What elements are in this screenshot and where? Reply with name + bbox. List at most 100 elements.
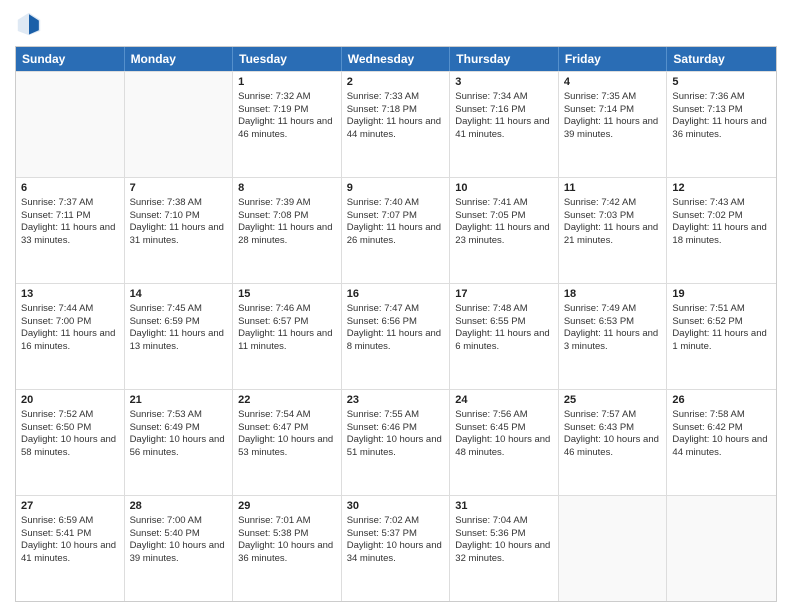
daylight-text: Daylight: 11 hours and 23 minutes.	[455, 222, 553, 248]
sunset-text: Sunset: 6:55 PM	[455, 316, 553, 329]
daylight-text: Daylight: 11 hours and 8 minutes.	[347, 328, 445, 354]
day-number: 10	[455, 181, 553, 196]
header-day-sunday: Sunday	[16, 47, 125, 71]
sunrise-text: Sunrise: 7:46 AM	[238, 303, 336, 316]
calendar-cell: 12Sunrise: 7:43 AMSunset: 7:02 PMDayligh…	[667, 178, 776, 283]
sunset-text: Sunset: 6:45 PM	[455, 422, 553, 435]
calendar-cell: 23Sunrise: 7:55 AMSunset: 6:46 PMDayligh…	[342, 390, 451, 495]
calendar-cell: 26Sunrise: 7:58 AMSunset: 6:42 PMDayligh…	[667, 390, 776, 495]
header-day-saturday: Saturday	[667, 47, 776, 71]
sunrise-text: Sunrise: 7:02 AM	[347, 515, 445, 528]
day-number: 28	[130, 499, 228, 514]
header-day-tuesday: Tuesday	[233, 47, 342, 71]
sunset-text: Sunset: 5:37 PM	[347, 528, 445, 541]
sunrise-text: Sunrise: 7:48 AM	[455, 303, 553, 316]
day-number: 3	[455, 75, 553, 90]
day-number: 13	[21, 287, 119, 302]
sunset-text: Sunset: 7:05 PM	[455, 210, 553, 223]
daylight-text: Daylight: 11 hours and 6 minutes.	[455, 328, 553, 354]
daylight-text: Daylight: 10 hours and 58 minutes.	[21, 434, 119, 460]
daylight-text: Daylight: 11 hours and 18 minutes.	[672, 222, 771, 248]
calendar-header: SundayMondayTuesdayWednesdayThursdayFrid…	[16, 47, 776, 71]
calendar-cell: 11Sunrise: 7:42 AMSunset: 7:03 PMDayligh…	[559, 178, 668, 283]
day-number: 15	[238, 287, 336, 302]
calendar-cell: 1Sunrise: 7:32 AMSunset: 7:19 PMDaylight…	[233, 72, 342, 177]
day-number: 7	[130, 181, 228, 196]
daylight-text: Daylight: 10 hours and 36 minutes.	[238, 540, 336, 566]
sunrise-text: Sunrise: 7:44 AM	[21, 303, 119, 316]
sunset-text: Sunset: 7:13 PM	[672, 104, 771, 117]
sunrise-text: Sunrise: 7:04 AM	[455, 515, 553, 528]
logo-icon	[15, 10, 43, 38]
daylight-text: Daylight: 11 hours and 13 minutes.	[130, 328, 228, 354]
calendar-body: 1Sunrise: 7:32 AMSunset: 7:19 PMDaylight…	[16, 71, 776, 601]
sunrise-text: Sunrise: 7:00 AM	[130, 515, 228, 528]
day-number: 17	[455, 287, 553, 302]
sunset-text: Sunset: 7:19 PM	[238, 104, 336, 117]
calendar-row-4: 20Sunrise: 7:52 AMSunset: 6:50 PMDayligh…	[16, 389, 776, 495]
day-number: 26	[672, 393, 771, 408]
day-number: 19	[672, 287, 771, 302]
sunrise-text: Sunrise: 7:54 AM	[238, 409, 336, 422]
calendar-cell: 16Sunrise: 7:47 AMSunset: 6:56 PMDayligh…	[342, 284, 451, 389]
sunrise-text: Sunrise: 7:39 AM	[238, 197, 336, 210]
sunset-text: Sunset: 7:18 PM	[347, 104, 445, 117]
calendar-cell: 6Sunrise: 7:37 AMSunset: 7:11 PMDaylight…	[16, 178, 125, 283]
sunrise-text: Sunrise: 7:56 AM	[455, 409, 553, 422]
calendar-row-3: 13Sunrise: 7:44 AMSunset: 7:00 PMDayligh…	[16, 283, 776, 389]
sunset-text: Sunset: 5:36 PM	[455, 528, 553, 541]
sunset-text: Sunset: 6:43 PM	[564, 422, 662, 435]
day-number: 25	[564, 393, 662, 408]
daylight-text: Daylight: 10 hours and 53 minutes.	[238, 434, 336, 460]
day-number: 23	[347, 393, 445, 408]
daylight-text: Daylight: 11 hours and 33 minutes.	[21, 222, 119, 248]
day-number: 20	[21, 393, 119, 408]
calendar-cell: 17Sunrise: 7:48 AMSunset: 6:55 PMDayligh…	[450, 284, 559, 389]
day-number: 27	[21, 499, 119, 514]
sunrise-text: Sunrise: 7:35 AM	[564, 91, 662, 104]
sunrise-text: Sunrise: 7:55 AM	[347, 409, 445, 422]
sunset-text: Sunset: 6:42 PM	[672, 422, 771, 435]
daylight-text: Daylight: 11 hours and 3 minutes.	[564, 328, 662, 354]
sunrise-text: Sunrise: 7:51 AM	[672, 303, 771, 316]
sunrise-text: Sunrise: 7:40 AM	[347, 197, 445, 210]
calendar-cell: 22Sunrise: 7:54 AMSunset: 6:47 PMDayligh…	[233, 390, 342, 495]
day-number: 21	[130, 393, 228, 408]
sunrise-text: Sunrise: 7:36 AM	[672, 91, 771, 104]
calendar-cell: 24Sunrise: 7:56 AMSunset: 6:45 PMDayligh…	[450, 390, 559, 495]
day-number: 6	[21, 181, 119, 196]
sunrise-text: Sunrise: 7:43 AM	[672, 197, 771, 210]
daylight-text: Daylight: 11 hours and 44 minutes.	[347, 116, 445, 142]
day-number: 18	[564, 287, 662, 302]
calendar-cell: 13Sunrise: 7:44 AMSunset: 7:00 PMDayligh…	[16, 284, 125, 389]
sunrise-text: Sunrise: 7:37 AM	[21, 197, 119, 210]
daylight-text: Daylight: 10 hours and 48 minutes.	[455, 434, 553, 460]
sunset-text: Sunset: 6:47 PM	[238, 422, 336, 435]
sunrise-text: Sunrise: 7:33 AM	[347, 91, 445, 104]
sunrise-text: Sunrise: 7:32 AM	[238, 91, 336, 104]
calendar-cell: 27Sunrise: 6:59 AMSunset: 5:41 PMDayligh…	[16, 496, 125, 601]
sunset-text: Sunset: 6:57 PM	[238, 316, 336, 329]
sunset-text: Sunset: 7:03 PM	[564, 210, 662, 223]
day-number: 30	[347, 499, 445, 514]
sunrise-text: Sunrise: 6:59 AM	[21, 515, 119, 528]
calendar: SundayMondayTuesdayWednesdayThursdayFrid…	[15, 46, 777, 602]
sunset-text: Sunset: 7:08 PM	[238, 210, 336, 223]
day-number: 14	[130, 287, 228, 302]
calendar-row-1: 1Sunrise: 7:32 AMSunset: 7:19 PMDaylight…	[16, 71, 776, 177]
calendar-cell: 14Sunrise: 7:45 AMSunset: 6:59 PMDayligh…	[125, 284, 234, 389]
daylight-text: Daylight: 10 hours and 51 minutes.	[347, 434, 445, 460]
calendar-cell: 8Sunrise: 7:39 AMSunset: 7:08 PMDaylight…	[233, 178, 342, 283]
calendar-cell: 10Sunrise: 7:41 AMSunset: 7:05 PMDayligh…	[450, 178, 559, 283]
calendar-cell: 2Sunrise: 7:33 AMSunset: 7:18 PMDaylight…	[342, 72, 451, 177]
daylight-text: Daylight: 11 hours and 31 minutes.	[130, 222, 228, 248]
daylight-text: Daylight: 11 hours and 21 minutes.	[564, 222, 662, 248]
calendar-cell: 29Sunrise: 7:01 AMSunset: 5:38 PMDayligh…	[233, 496, 342, 601]
sunset-text: Sunset: 6:50 PM	[21, 422, 119, 435]
sunset-text: Sunset: 5:40 PM	[130, 528, 228, 541]
header-day-monday: Monday	[125, 47, 234, 71]
sunset-text: Sunset: 7:16 PM	[455, 104, 553, 117]
day-number: 5	[672, 75, 771, 90]
calendar-cell: 28Sunrise: 7:00 AMSunset: 5:40 PMDayligh…	[125, 496, 234, 601]
calendar-cell: 25Sunrise: 7:57 AMSunset: 6:43 PMDayligh…	[559, 390, 668, 495]
